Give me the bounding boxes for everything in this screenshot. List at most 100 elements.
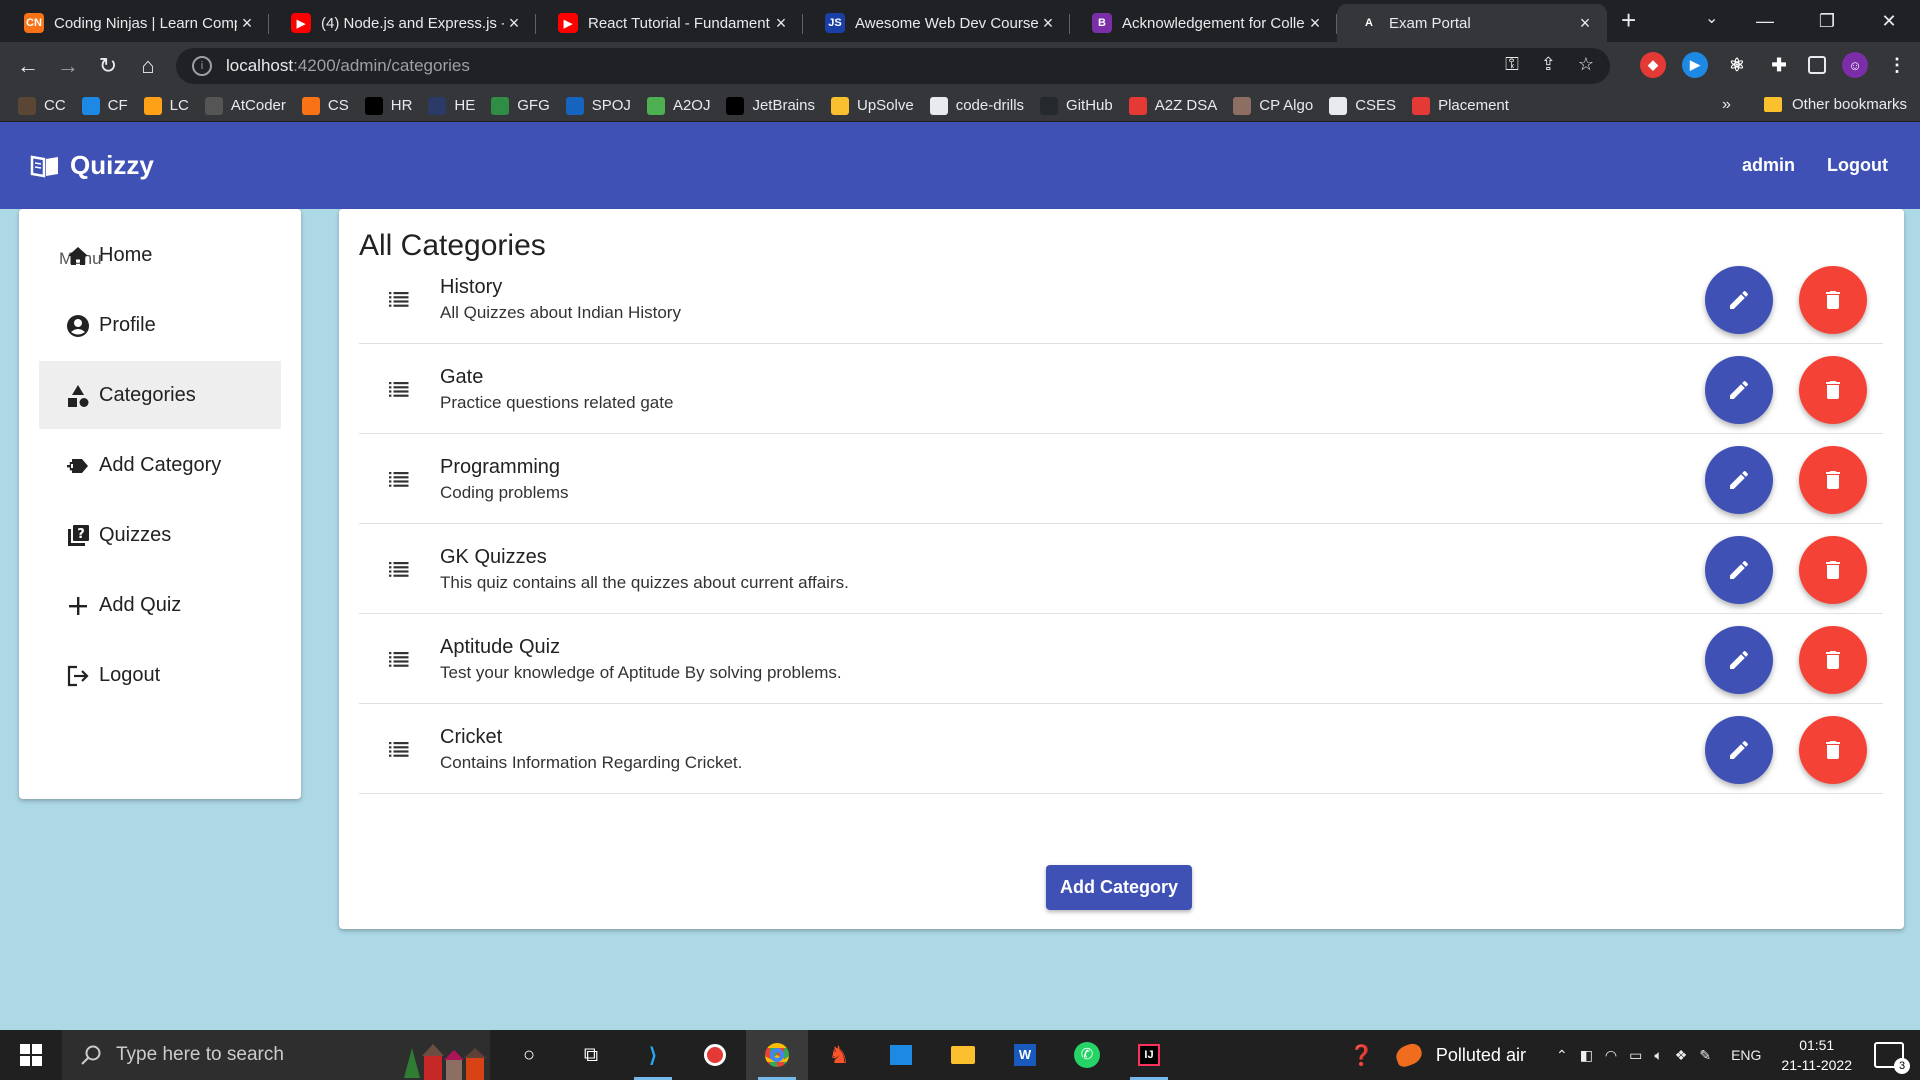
bookmark-item[interactable]: HE (428, 96, 475, 115)
minimize-icon[interactable]: — (1734, 11, 1796, 32)
browser-tab[interactable]: JS Awesome Web Dev Course × (803, 4, 1070, 42)
tab-search-icon[interactable]: ⌄ (1705, 8, 1718, 28)
cortana-icon[interactable]: ○ (498, 1030, 560, 1080)
site-info-icon[interactable]: i (192, 56, 212, 76)
bookmark-item[interactable]: A2OJ (646, 96, 710, 115)
more-bookmarks-icon[interactable]: » (1722, 96, 1731, 114)
bookmark-item[interactable]: A2Z DSA (1128, 96, 1217, 115)
key-icon[interactable]: ⚿ (1505, 54, 1519, 75)
sidebar-item-logout[interactable]: Logout (39, 641, 281, 709)
logout-link[interactable]: Logout (1811, 155, 1904, 176)
edit-category-button[interactable] (1705, 716, 1773, 784)
bookmark-item[interactable]: CP Algo (1233, 96, 1313, 115)
vscode-icon[interactable]: ⟩ (622, 1030, 684, 1080)
new-tab-button[interactable]: + (1607, 5, 1650, 42)
bookmark-item[interactable]: UpSolve (830, 96, 914, 115)
react-devtools-icon[interactable]: ⚛ (1724, 52, 1750, 78)
store-icon[interactable] (870, 1030, 932, 1080)
close-window-icon[interactable]: ✕ (1858, 11, 1920, 32)
dropbox-icon[interactable]: ❖ (1675, 1047, 1688, 1064)
delete-category-button[interactable] (1799, 626, 1867, 694)
app-tray-icon[interactable]: ◧ (1580, 1047, 1593, 1064)
forward-icon[interactable]: → (48, 53, 88, 79)
add-category-button[interactable]: Add Category (1046, 865, 1192, 910)
edit-category-button[interactable] (1705, 446, 1773, 514)
sidebar-item-quizzes[interactable]: ? Quizzes (39, 501, 281, 569)
other-bookmarks[interactable]: Other bookmarks (1764, 96, 1907, 113)
pen-icon[interactable]: ✎ (1699, 1047, 1711, 1064)
sidebar-item-categories[interactable]: Categories (39, 361, 281, 429)
user-name-link[interactable]: admin (1726, 155, 1811, 176)
extensions-puzzle-icon[interactable]: ✚ (1766, 52, 1792, 78)
intellij-icon[interactable]: IJ (1118, 1030, 1180, 1080)
bookmark-item[interactable]: SPOJ (565, 96, 631, 115)
task-view-icon[interactable]: ⧉ (560, 1030, 622, 1080)
whatsapp-icon[interactable]: ✆ (1056, 1030, 1118, 1080)
bookmark-item[interactable]: HR (364, 96, 412, 115)
bookmark-item[interactable]: Placement (1412, 96, 1509, 115)
bookmark-item[interactable]: CC (18, 96, 66, 115)
restore-icon[interactable]: ❐ (1796, 11, 1858, 32)
browser-tab[interactable]: ▶ (4) Node.js and Express.js - × (269, 4, 536, 42)
address-bar[interactable]: i localhost:4200/admin/categories ⚿ ⇪ ☆ (176, 48, 1610, 84)
bookmark-item[interactable]: code-drills (929, 96, 1024, 115)
language-indicator[interactable]: ENG (1731, 1047, 1761, 1063)
delete-category-button[interactable] (1799, 536, 1867, 604)
bookmark-item[interactable]: JetBrains (726, 96, 815, 115)
word-icon[interactable]: W (994, 1030, 1056, 1080)
browser-tab[interactable]: B Acknowledgement for Colle × (1070, 4, 1337, 42)
sidebar-item-profile[interactable]: Profile (39, 291, 281, 359)
weather-widget[interactable]: Polluted air (1393, 1041, 1526, 1069)
sidebar-item-add-quiz[interactable]: Add Quiz (39, 571, 281, 639)
extension-icon[interactable]: ◆ (1640, 52, 1666, 78)
profile-avatar[interactable]: ☺ (1842, 52, 1868, 78)
tab-close-icon[interactable]: × (1305, 13, 1325, 34)
side-panel-icon[interactable] (1808, 56, 1826, 74)
windows-start-icon[interactable] (0, 1030, 62, 1080)
sidebar-item-home[interactable]: Home (39, 221, 281, 289)
screen-recorder-icon[interactable] (684, 1030, 746, 1080)
tab-close-icon[interactable]: × (1575, 13, 1595, 34)
tab-close-icon[interactable]: × (504, 13, 524, 34)
brand[interactable]: Quizzy (30, 150, 154, 181)
delete-category-button[interactable] (1799, 446, 1867, 514)
bookmark-item[interactable]: CS (301, 96, 349, 115)
browser-tab[interactable]: A Exam Portal × (1337, 4, 1607, 42)
delete-category-button[interactable] (1799, 716, 1867, 784)
bookmark-item[interactable]: LC (143, 96, 189, 115)
home-browser-icon[interactable]: ⌂ (128, 53, 168, 79)
chrome-icon[interactable] (746, 1030, 808, 1080)
wifi-icon[interactable]: ◠ (1605, 1047, 1617, 1064)
bookmark-item[interactable]: AtCoder (204, 96, 286, 115)
delete-category-button[interactable] (1799, 356, 1867, 424)
back-icon[interactable]: ← (8, 53, 48, 79)
bookmark-item[interactable]: GitHub (1040, 96, 1113, 115)
edit-category-button[interactable] (1705, 266, 1773, 334)
tab-close-icon[interactable]: × (771, 13, 791, 34)
edit-category-button[interactable] (1705, 356, 1773, 424)
more-menu-icon[interactable]: ⋮ (1884, 52, 1910, 78)
bookmark-star-icon[interactable]: ☆ (1578, 54, 1594, 75)
clock[interactable]: 01:51 21-11-2022 (1781, 1035, 1852, 1075)
tab-close-icon[interactable]: × (1038, 13, 1058, 34)
edit-category-button[interactable] (1705, 536, 1773, 604)
notification-icon[interactable]: 3 (1874, 1042, 1910, 1074)
extension-icon[interactable]: ▶ (1682, 52, 1708, 78)
bookmark-item[interactable]: CSES (1329, 96, 1396, 115)
chevron-up-icon[interactable]: ⌃ (1556, 1047, 1568, 1064)
bookmark-item[interactable]: CF (81, 96, 128, 115)
sidebar-item-add-category[interactable]: Add Category (39, 431, 281, 499)
edit-category-button[interactable] (1705, 626, 1773, 694)
bookmark-item[interactable]: GFG (491, 96, 550, 115)
browser-tab[interactable]: CN Coding Ninjas | Learn Comp × (2, 4, 269, 42)
file-explorer-icon[interactable] (932, 1030, 994, 1080)
volume-icon[interactable]: 🔈︎ (1654, 1047, 1662, 1064)
browser-tab[interactable]: ▶ React Tutorial - Fundament × (536, 4, 803, 42)
delete-category-button[interactable] (1799, 266, 1867, 334)
battery-icon[interactable]: ▭ (1629, 1047, 1642, 1064)
share-icon[interactable]: ⇪ (1541, 54, 1556, 75)
taskbar-search[interactable]: Type here to search (62, 1030, 490, 1080)
brave-icon[interactable]: ♞ (808, 1030, 870, 1080)
tab-close-icon[interactable]: × (237, 13, 257, 34)
reload-icon[interactable]: ↻ (88, 53, 128, 79)
